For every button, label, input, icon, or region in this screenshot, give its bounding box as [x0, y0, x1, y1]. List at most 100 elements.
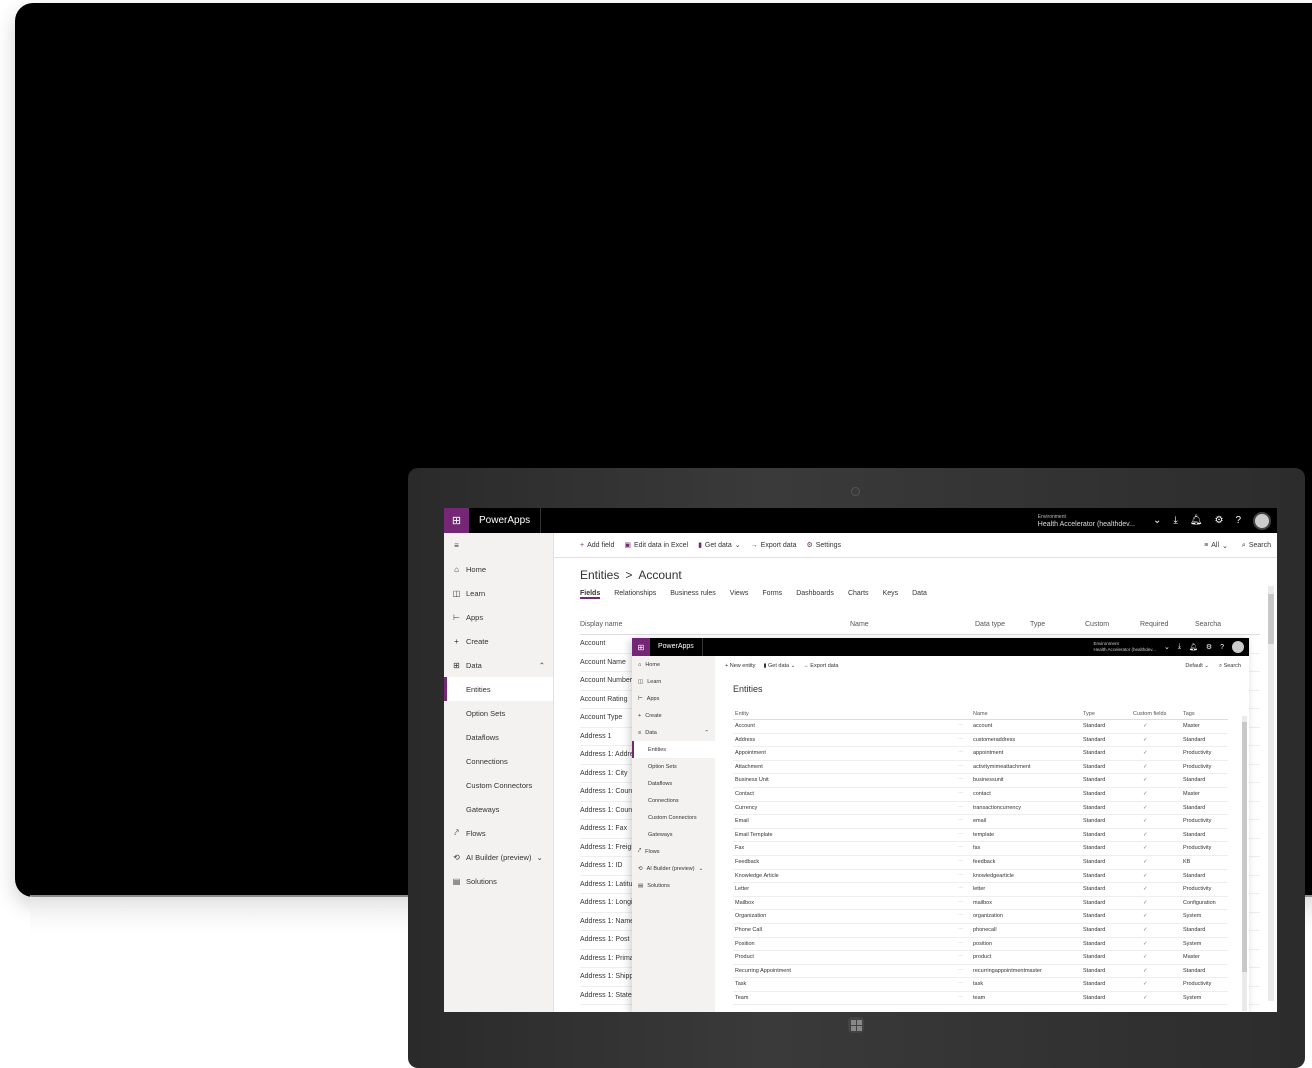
- table-row[interactable]: Product product Standard ✓ Master ⋯: [733, 951, 1228, 965]
- breadcrumb-entities[interactable]: Entities: [580, 568, 619, 582]
- column-name[interactable]: Name: [850, 621, 975, 634]
- column-entity[interactable]: Entity: [735, 708, 749, 720]
- table-row[interactable]: Attachment activitymimeattachment Standard…: [733, 761, 1228, 775]
- scrollbar-thumb[interactable]: [1242, 722, 1247, 972]
- column-custom-fields[interactable]: Custom fields: [1133, 708, 1166, 720]
- sidebar-item-solutions[interactable]: ▤ Solutions: [632, 877, 715, 894]
- more-icon[interactable]: ⋯: [958, 720, 964, 734]
- more-icon[interactable]: ⋯: [958, 924, 964, 938]
- sidebar-item-dataflows[interactable]: Dataflows: [632, 775, 715, 792]
- edit-in-excel-button[interactable]: ▣ Edit data in Excel: [624, 541, 688, 550]
- sidebar-item-apps[interactable]: ⊢ Apps: [632, 690, 715, 707]
- sidebar-item-learn[interactable]: ◫ Learn: [444, 581, 553, 605]
- help-icon[interactable]: ?: [1235, 515, 1241, 526]
- more-icon[interactable]: ⋯: [958, 842, 964, 856]
- sidebar-item-entities[interactable]: Entities: [444, 677, 553, 701]
- add-field-button[interactable]: + Add field: [580, 542, 614, 549]
- waffle-icon[interactable]: ⊞: [444, 508, 469, 533]
- sidebar-item-flows[interactable]: ⤤ Flows: [444, 821, 553, 845]
- sidebar-item-home[interactable]: ⌂ Home: [444, 557, 553, 581]
- sidebar-item-apps[interactable]: ⊢ Apps: [444, 605, 553, 629]
- chevron-down-icon[interactable]: ⌄: [1153, 515, 1161, 526]
- table-row[interactable]: Address customeraddress Standard ✓ Standard ⋯: [733, 734, 1228, 748]
- get-data-button[interactable]: ▮ Get data ⌄: [763, 663, 795, 669]
- table-row[interactable]: Business Unit businessunit Standard ✓ Standa…: [733, 774, 1228, 788]
- search-box[interactable]: ⌕ Search: [1219, 663, 1241, 670]
- table-row[interactable]: Feedback feedback Standard ✓ KB ⋯: [733, 856, 1228, 870]
- sidebar-item-home[interactable]: ⌂ Home: [632, 656, 715, 673]
- windows-home-button[interactable]: [848, 1017, 864, 1033]
- table-row[interactable]: Letter letter Standard ✓ Productivity ⋯: [733, 883, 1228, 897]
- more-icon[interactable]: ⋯: [958, 938, 964, 952]
- table-row[interactable]: Task task Standard ✓ Productivity ⋯: [733, 978, 1228, 992]
- sidebar-item-option-sets[interactable]: Option Sets: [632, 758, 715, 775]
- sidebar-item-create[interactable]: + Create: [632, 707, 715, 724]
- download-icon[interactable]: ⤓: [1178, 643, 1181, 651]
- column-searchable[interactable]: Searcha: [1195, 621, 1245, 634]
- settings-button[interactable]: ⚙ Settings: [806, 541, 841, 550]
- table-row[interactable]: Team team Standard ✓ System ⋯: [733, 992, 1228, 1006]
- avatar[interactable]: [1253, 511, 1271, 530]
- table-row[interactable]: Recurring Appointment recurringappointmen…: [733, 965, 1228, 979]
- chevron-down-icon[interactable]: ⌄: [1164, 643, 1170, 651]
- more-icon[interactable]: ⋯: [958, 734, 964, 748]
- more-icon[interactable]: ⋯: [958, 788, 964, 802]
- sidebar-item-gateways[interactable]: Gateways: [444, 797, 553, 821]
- search-box[interactable]: ⌕ Search: [1242, 542, 1271, 550]
- get-data-button[interactable]: ▮ Get data ⌄: [698, 541, 741, 550]
- column-display-name[interactable]: Display name: [580, 621, 850, 634]
- export-data-button[interactable]: → Export data: [803, 663, 838, 669]
- table-row[interactable]: Currency transactioncurrency Standard ✓ Stan…: [733, 802, 1228, 816]
- download-icon[interactable]: ⤓: [1173, 515, 1177, 526]
- environment-picker[interactable]: Environment Health Accelerator (healthde…: [1093, 641, 1155, 653]
- tab-views[interactable]: Views: [730, 590, 749, 599]
- table-row[interactable]: Organization organization Standard ✓ System ⋯: [733, 910, 1228, 924]
- more-icon[interactable]: ⋯: [958, 992, 964, 1006]
- new-entity-button[interactable]: + New entity: [725, 663, 755, 669]
- tab-relationships[interactable]: Relationships: [614, 590, 656, 599]
- gear-icon[interactable]: ⚙: [1206, 643, 1212, 651]
- column-required[interactable]: Required: [1140, 621, 1195, 634]
- more-icon[interactable]: ⋯: [958, 761, 964, 775]
- table-row[interactable]: Email email Standard ✓ Productivity ⋯: [733, 815, 1228, 829]
- column-tags[interactable]: Tags: [1183, 708, 1195, 720]
- sidebar-item-connections[interactable]: Connections: [632, 792, 715, 809]
- scrollbar-thumb[interactable]: [1268, 594, 1274, 644]
- sidebar-collapse[interactable]: ≡: [444, 533, 553, 557]
- avatar[interactable]: [1232, 641, 1244, 653]
- sidebar-item-learn[interactable]: ◫ Learn: [632, 673, 715, 690]
- more-icon[interactable]: ⋯: [958, 747, 964, 761]
- help-icon[interactable]: ?: [1220, 644, 1224, 651]
- filter-dropdown[interactable]: ≡ All ⌄: [1204, 542, 1228, 550]
- sidebar-item-data[interactable]: ≡ Data ⌃: [632, 724, 715, 741]
- tab-business-rules[interactable]: Business rules: [670, 590, 716, 599]
- sidebar-item-ai-builder[interactable]: ⟲ AI Builder (preview) ⌄: [632, 860, 715, 877]
- tab-data[interactable]: Data: [912, 590, 927, 599]
- scrollbar[interactable]: [1242, 716, 1247, 1011]
- environment-picker[interactable]: Environment Health Accelerator (healthde…: [1038, 513, 1135, 529]
- table-row[interactable]: Mailbox mailbox Standard ✓ Configuration ⋯: [733, 897, 1228, 911]
- waffle-icon[interactable]: ⊞: [632, 638, 650, 656]
- tab-fields[interactable]: Fields: [580, 590, 601, 599]
- more-icon[interactable]: ⋯: [958, 829, 964, 843]
- more-icon[interactable]: ⋯: [958, 856, 964, 870]
- more-icon[interactable]: ⋯: [958, 802, 964, 816]
- table-row[interactable]: Contact contact Standard ✓ Master ⋯: [733, 788, 1228, 802]
- more-icon[interactable]: ⋯: [958, 951, 964, 965]
- tab-charts[interactable]: Charts: [848, 590, 869, 599]
- table-row[interactable]: Account account Standard ✓ Master ⋯: [733, 720, 1228, 734]
- sidebar-item-connections[interactable]: Connections: [444, 749, 553, 773]
- table-row[interactable]: Email Template template Standard ✓ Standard ⋯: [733, 829, 1228, 843]
- sidebar-item-custom-connectors[interactable]: Custom Connectors: [444, 773, 553, 797]
- more-icon[interactable]: ⋯: [958, 870, 964, 884]
- more-icon[interactable]: ⋯: [958, 910, 964, 924]
- more-icon[interactable]: ⋯: [958, 774, 964, 788]
- sidebar-item-data[interactable]: ⊞ Data ⌃: [444, 653, 553, 677]
- table-row[interactable]: Position position Standard ✓ System ⋯: [733, 938, 1228, 952]
- table-row[interactable]: Knowledge Article knowledgearticle Standar…: [733, 870, 1228, 884]
- sidebar-item-solutions[interactable]: ▤ Solutions: [444, 869, 553, 893]
- app-brand[interactable]: PowerApps: [469, 508, 542, 533]
- export-data-button[interactable]: → Export data: [751, 542, 797, 549]
- notification-icon[interactable]: 🔔︎: [1190, 515, 1203, 526]
- scrollbar[interactable]: [1268, 586, 1274, 1001]
